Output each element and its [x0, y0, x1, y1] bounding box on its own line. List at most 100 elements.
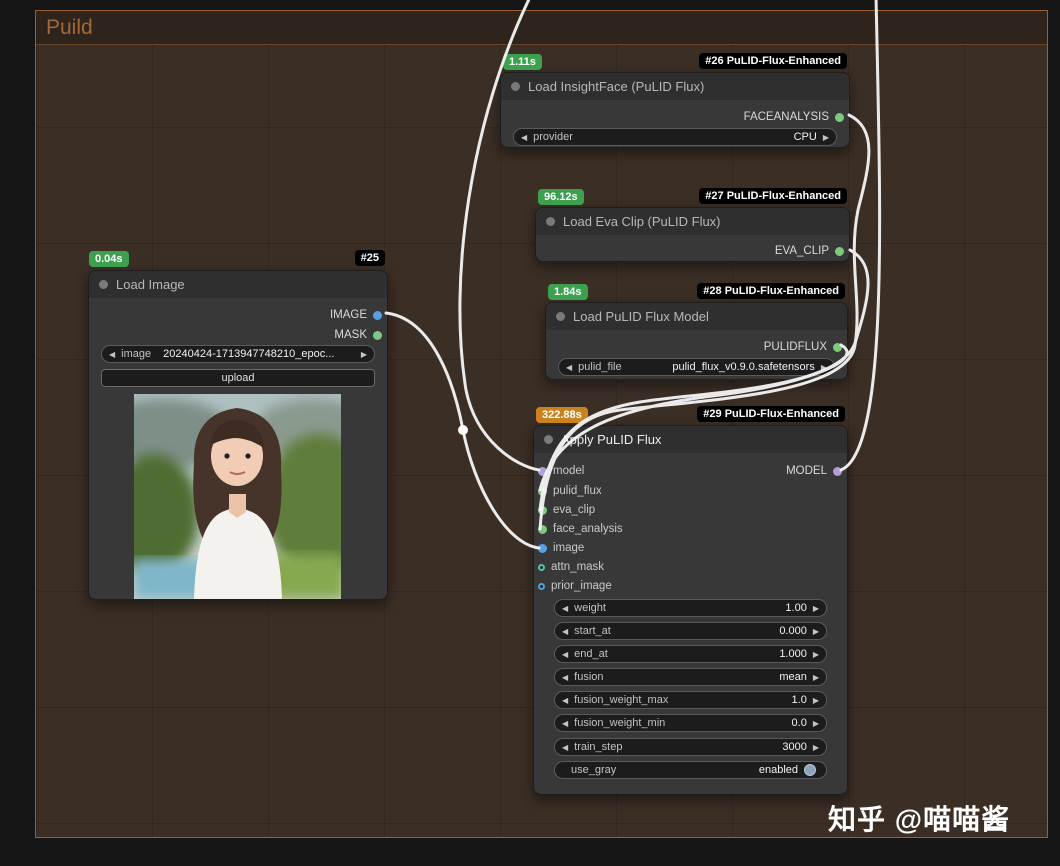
- slot-label: image: [553, 542, 584, 554]
- exec-time-badge: 322.88s: [536, 407, 588, 423]
- widget-label: start_at: [574, 625, 611, 637]
- node-title-bar[interactable]: Load PuLID Flux Model: [546, 303, 847, 330]
- arrow-right-icon[interactable]: ▶: [813, 650, 819, 659]
- arrow-right-icon[interactable]: ▶: [813, 604, 819, 613]
- attn-mask-in-slot-dot[interactable]: [538, 564, 545, 571]
- fusion-combo-widget[interactable]: ◀ fusion mean ▶: [554, 668, 827, 686]
- prior-image-in-slot-dot[interactable]: [538, 583, 545, 590]
- portrait-photo: [134, 394, 341, 599]
- arrow-left-icon[interactable]: ◀: [562, 604, 568, 613]
- arrow-right-icon[interactable]: ▶: [361, 350, 367, 359]
- arrow-left-icon[interactable]: ◀: [562, 673, 568, 682]
- arrow-left-icon[interactable]: ◀: [562, 696, 568, 705]
- node-apply-pulid-flux[interactable]: 322.88s #29 PuLID-Flux-Enhanced Apply Pu…: [533, 425, 848, 795]
- input-slot-model[interactable]: model: [538, 464, 584, 478]
- arrow-right-icon[interactable]: ▶: [823, 133, 829, 142]
- node-title-bar[interactable]: Load Eva Clip (PuLID Flux): [536, 208, 849, 235]
- upload-button[interactable]: upload: [101, 369, 375, 387]
- output-slot-faceanalysis[interactable]: FACEANALYSIS: [744, 110, 844, 124]
- node-load-evaclip[interactable]: 96.12s #27 PuLID-Flux-Enhanced Load Eva …: [535, 207, 850, 262]
- arrow-left-icon[interactable]: ◀: [566, 363, 572, 372]
- image-combo-widget[interactable]: ◀ image 20240424-1713947748210_epoc... ▶: [101, 345, 375, 363]
- widget-value: 0.000: [617, 625, 807, 637]
- arrow-left-icon[interactable]: ◀: [109, 350, 115, 359]
- arrow-left-icon[interactable]: ◀: [521, 133, 527, 142]
- faceanalysis-slot-dot[interactable]: [835, 113, 844, 122]
- arrow-right-icon[interactable]: ▶: [813, 696, 819, 705]
- mask-slot-dot[interactable]: [373, 331, 382, 340]
- input-slot-attn-mask[interactable]: attn_mask: [538, 560, 604, 574]
- slot-label: EVA_CLIP: [775, 245, 829, 257]
- collapse-dot-icon[interactable]: [546, 217, 555, 226]
- start-at-number-widget[interactable]: ◀ start_at 0.000 ▶: [554, 622, 827, 640]
- image-in-slot-dot[interactable]: [538, 544, 547, 553]
- node-load-image[interactable]: 0.04s #25 Load Image IMAGE MASK ◀ image …: [88, 270, 388, 600]
- model-in-slot-dot[interactable]: [538, 467, 547, 476]
- widget-value: CPU: [579, 131, 817, 143]
- pulid-flux-in-slot-dot[interactable]: [538, 487, 547, 496]
- widget-label: image: [121, 348, 151, 360]
- arrow-right-icon[interactable]: ▶: [813, 743, 819, 752]
- widget-value: 20240424-1713947748210_epoc...: [163, 348, 355, 360]
- fusion-weight-max-number-widget[interactable]: ◀ fusion_weight_max 1.0 ▶: [554, 691, 827, 709]
- arrow-left-icon[interactable]: ◀: [562, 650, 568, 659]
- slot-label: pulid_flux: [553, 485, 602, 497]
- input-slot-eva-clip[interactable]: eva_clip: [538, 503, 595, 517]
- node-title-bar[interactable]: Apply PuLID Flux: [534, 426, 847, 453]
- widget-label: weight: [574, 602, 606, 614]
- pulidflux-slot-dot[interactable]: [833, 343, 842, 352]
- model-out-slot-dot[interactable]: [833, 467, 842, 476]
- input-slot-prior-image[interactable]: prior_image: [538, 579, 612, 593]
- input-slot-image[interactable]: image: [538, 541, 584, 555]
- exec-time-badge: 0.04s: [89, 251, 129, 267]
- output-slot-image[interactable]: IMAGE: [330, 308, 382, 322]
- output-slot-pulidflux[interactable]: PULIDFLUX: [764, 340, 842, 354]
- output-slot-evaclip[interactable]: EVA_CLIP: [775, 244, 844, 258]
- arrow-right-icon[interactable]: ▶: [813, 719, 819, 728]
- arrow-right-icon[interactable]: ▶: [813, 627, 819, 636]
- output-slot-model[interactable]: MODEL: [786, 464, 842, 478]
- use-gray-toggle[interactable]: use_gray enabled: [554, 761, 827, 779]
- node-load-pulid-model[interactable]: 1.84s #28 PuLID-Flux-Enhanced Load PuLID…: [545, 302, 848, 380]
- collapse-dot-icon[interactable]: [544, 435, 553, 444]
- widget-value: enabled: [622, 764, 798, 776]
- fusion-weight-min-number-widget[interactable]: ◀ fusion_weight_min 0.0 ▶: [554, 714, 827, 732]
- slot-label: model: [553, 465, 584, 477]
- arrow-left-icon[interactable]: ◀: [562, 719, 568, 728]
- exec-time-badge: 1.84s: [548, 284, 588, 300]
- weight-number-widget[interactable]: ◀ weight 1.00 ▶: [554, 599, 827, 617]
- node-title-bar[interactable]: Load InsightFace (PuLID Flux): [501, 73, 849, 100]
- node-load-insightface[interactable]: 1.11s #26 PuLID-Flux-Enhanced Load Insig…: [500, 72, 850, 148]
- face-analysis-in-slot-dot[interactable]: [538, 525, 547, 534]
- node-id-badge: #27 PuLID-Flux-Enhanced: [699, 188, 847, 204]
- widget-label: fusion_weight_min: [574, 717, 665, 729]
- toggle-knob-icon[interactable]: [804, 764, 816, 776]
- slot-label: IMAGE: [330, 309, 367, 321]
- end-at-number-widget[interactable]: ◀ end_at 1.000 ▶: [554, 645, 827, 663]
- node-id-badge: #29 PuLID-Flux-Enhanced: [697, 406, 845, 422]
- group-title[interactable]: Puild: [36, 11, 1047, 45]
- train-step-number-widget[interactable]: ◀ train_step 3000 ▶: [554, 738, 827, 756]
- input-slot-face-analysis[interactable]: face_analysis: [538, 522, 623, 536]
- exec-time-badge: 96.12s: [538, 189, 584, 205]
- pulid-file-combo-widget[interactable]: ◀ pulid_file pulid_flux_v0.9.0.safetenso…: [558, 358, 835, 376]
- collapse-dot-icon[interactable]: [511, 82, 520, 91]
- input-slot-pulid-flux[interactable]: pulid_flux: [538, 484, 602, 498]
- arrow-left-icon[interactable]: ◀: [562, 627, 568, 636]
- arrow-right-icon[interactable]: ▶: [813, 673, 819, 682]
- arrow-right-icon[interactable]: ▶: [821, 363, 827, 372]
- collapse-dot-icon[interactable]: [556, 312, 565, 321]
- slot-label: face_analysis: [553, 523, 623, 535]
- image-slot-dot[interactable]: [373, 311, 382, 320]
- widget-value: 1.00: [612, 602, 807, 614]
- node-id-badge: #28 PuLID-Flux-Enhanced: [697, 283, 845, 299]
- provider-combo-widget[interactable]: ◀ provider CPU ▶: [513, 128, 837, 146]
- node-title-bar[interactable]: Load Image: [89, 271, 387, 298]
- evaclip-slot-dot[interactable]: [835, 247, 844, 256]
- output-slot-mask[interactable]: MASK: [334, 328, 382, 342]
- node-graph-canvas[interactable]: Puild 0.04s #25 Load Image IMAGE MASK: [0, 0, 1060, 866]
- eva-clip-in-slot-dot[interactable]: [538, 506, 547, 515]
- arrow-left-icon[interactable]: ◀: [562, 743, 568, 752]
- collapse-dot-icon[interactable]: [99, 280, 108, 289]
- widget-label: train_step: [574, 741, 622, 753]
